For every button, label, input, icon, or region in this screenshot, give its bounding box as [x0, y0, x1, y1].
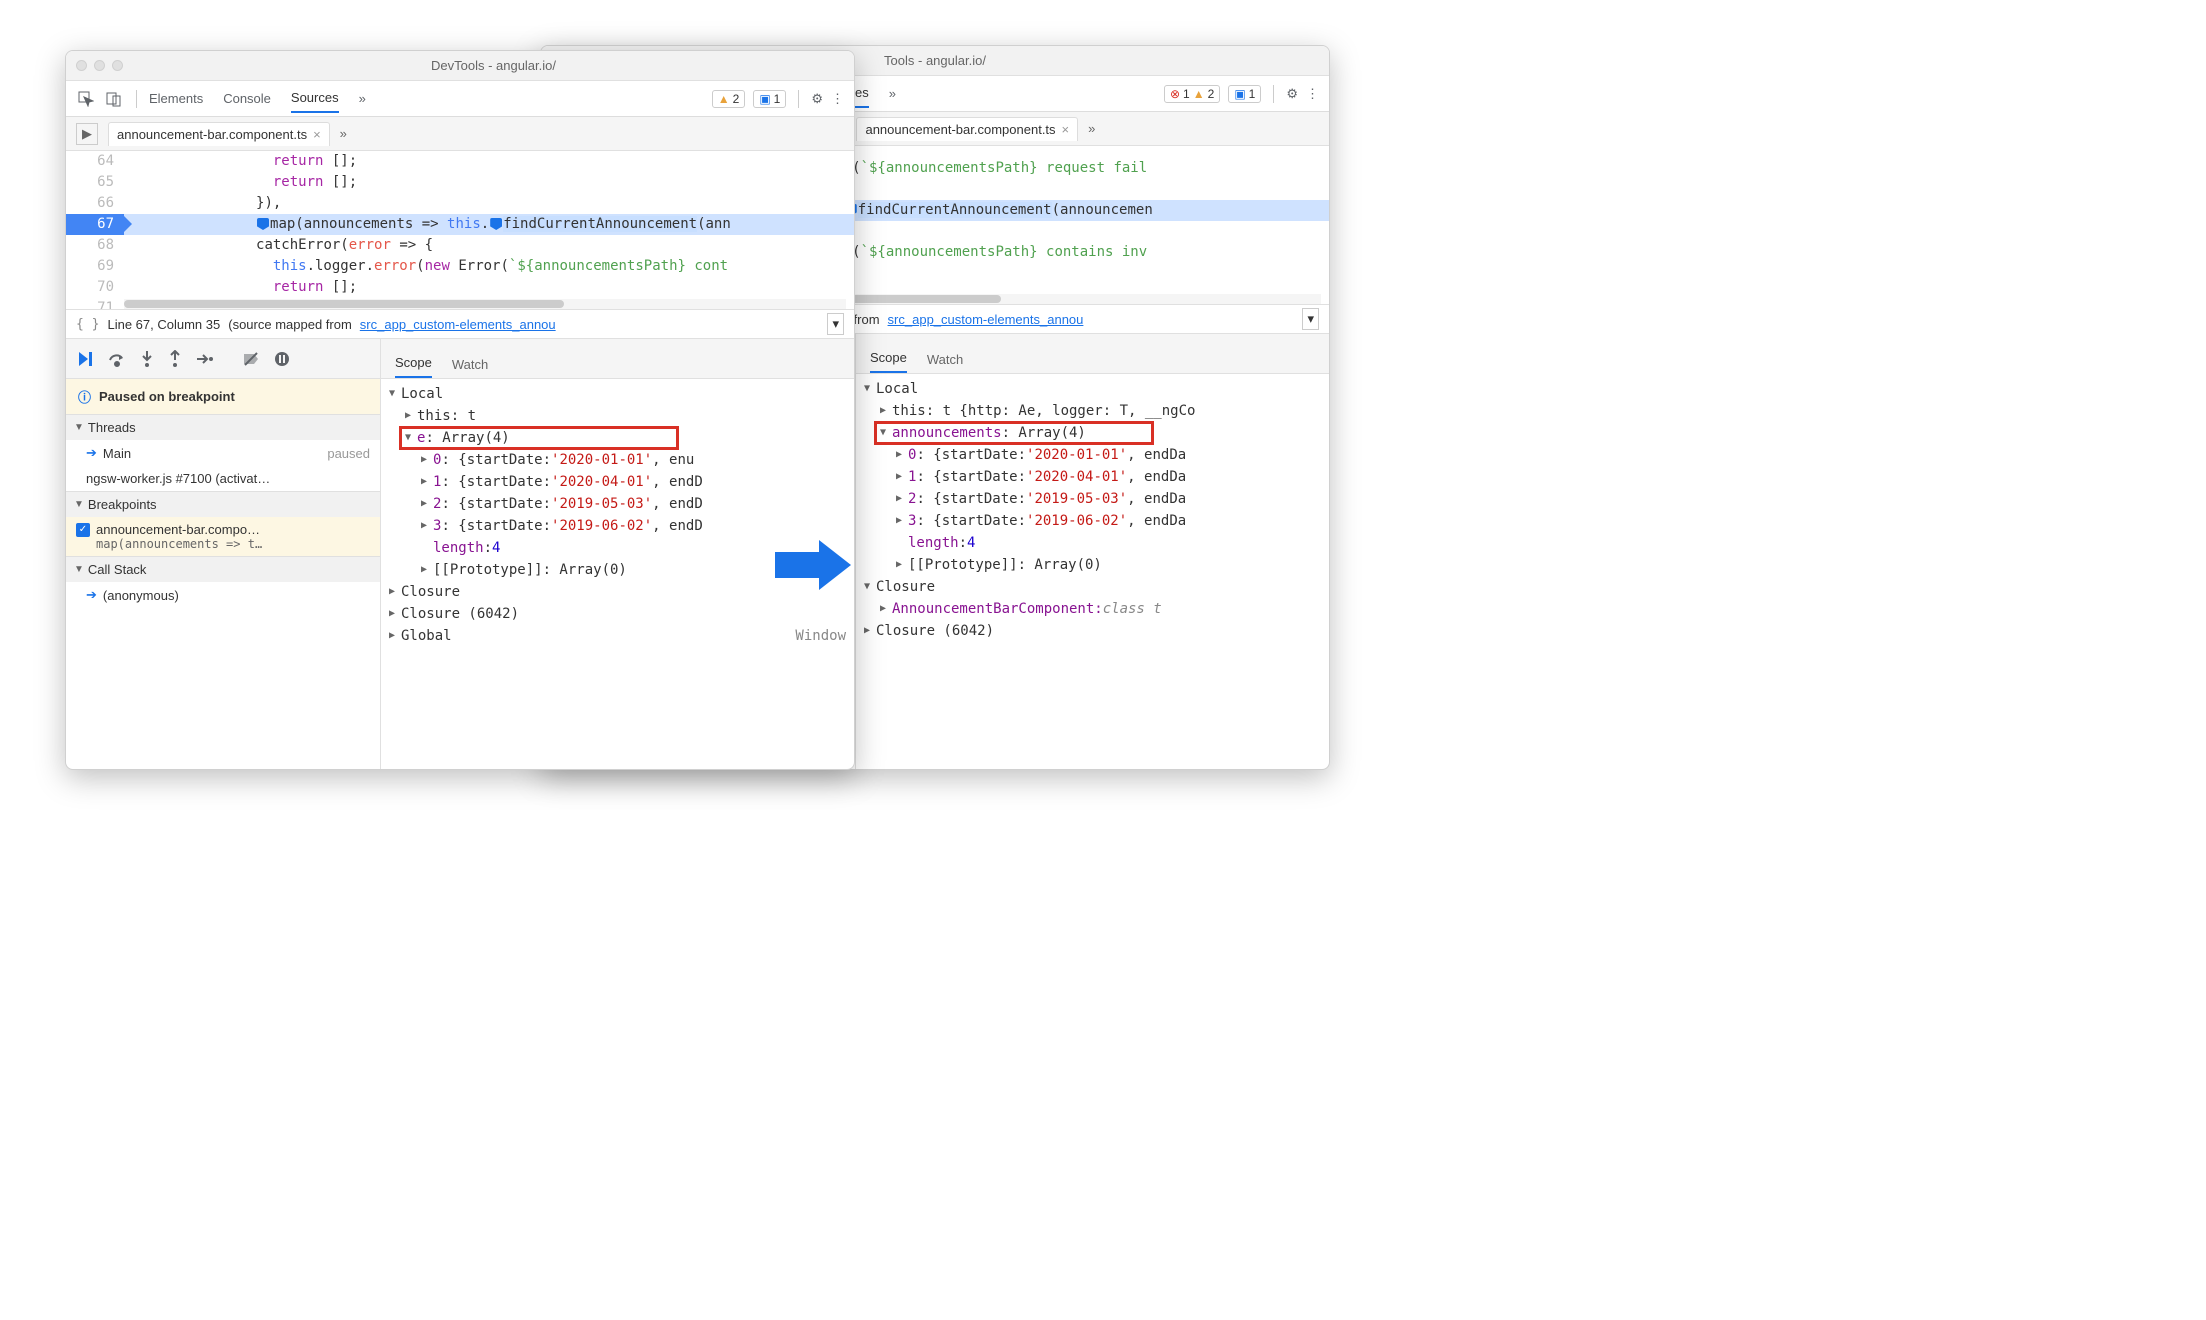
window-title: DevTools - angular.io/	[143, 58, 844, 73]
dropdown-icon[interactable]: ▾	[1302, 308, 1319, 330]
source-map-link[interactable]: src_app_custom-elements_annou	[888, 312, 1084, 327]
threads-section[interactable]: ▼Threads	[66, 414, 380, 440]
checkbox-icon[interactable]: ✓	[76, 523, 90, 537]
step-out-icon[interactable]	[168, 350, 182, 368]
resume-icon[interactable]	[76, 350, 94, 368]
kebab-icon[interactable]: ⋮	[831, 91, 844, 107]
messages-badge[interactable]: ▣1	[753, 90, 786, 108]
device-icon[interactable]	[104, 89, 124, 109]
scope-array-item[interactable]: ▶1: {startDate: '2020-04-01', endD	[389, 471, 846, 493]
tab-watch[interactable]: Watch	[452, 351, 488, 378]
step-into-icon[interactable]	[140, 350, 154, 368]
scope-array-item[interactable]: ▶2: {startDate: '2019-05-03', endD	[389, 493, 846, 515]
scope-array-item[interactable]: ▶3: {startDate: '2019-06-02', endDa	[864, 510, 1321, 532]
traffic-lights[interactable]	[76, 60, 123, 71]
close-icon[interactable]: ×	[1062, 122, 1070, 137]
titlebar: DevTools - angular.io/	[66, 51, 854, 81]
callstack-frame[interactable]: ➔(anonymous)	[66, 582, 380, 608]
file-tab-announcement[interactable]: announcement-bar.component.ts×	[108, 122, 330, 146]
navigator-icon[interactable]: ▶	[76, 123, 98, 145]
warnings-badge[interactable]: ▲2	[712, 90, 746, 108]
paused-banner: ⓘ Paused on breakpoint	[66, 379, 380, 414]
close-icon[interactable]: ×	[313, 127, 321, 142]
step-over-icon[interactable]	[108, 350, 126, 368]
breakpoints-section[interactable]: ▼Breakpoints	[66, 491, 380, 517]
tab-watch[interactable]: Watch	[927, 346, 963, 373]
horizontal-scrollbar[interactable]	[124, 299, 846, 309]
tab-scope[interactable]: Scope	[395, 349, 432, 378]
tab-scope[interactable]: Scope	[870, 344, 907, 373]
debug-controls	[66, 339, 380, 379]
source-map-link[interactable]: src_app_custom-elements_annou	[360, 317, 556, 332]
debug-sidebar: ⓘ Paused on breakpoint ▼Threads ➔Mainpau…	[66, 339, 381, 769]
tabs-overflow[interactable]: »	[1088, 121, 1095, 136]
scope-array-item[interactable]: ▶2: {startDate: '2019-05-03', endDa	[864, 488, 1321, 510]
variable-announcements[interactable]: announcements	[892, 422, 1002, 444]
thread-main[interactable]: ➔Mainpaused	[66, 440, 380, 466]
scope-array-item[interactable]: ▶1: {startDate: '2020-04-01', endDa	[864, 466, 1321, 488]
scope-panel-tabs: Scope Watch	[856, 334, 1329, 374]
pause-exceptions-icon[interactable]	[274, 351, 290, 367]
scope-array-item[interactable]: ▶3: {startDate: '2019-06-02', endD	[389, 515, 846, 537]
pretty-print-icon[interactable]: { }	[76, 317, 99, 332]
tabs-overflow[interactable]: »	[340, 126, 347, 141]
thread-worker[interactable]: ngsw-worker.js #7100 (activat…	[66, 466, 380, 491]
tab-elements[interactable]: Elements	[149, 85, 203, 112]
file-tab-announcement[interactable]: announcement-bar.component.ts×	[856, 117, 1078, 141]
devtools-window-left: DevTools - angular.io/ Elements Console …	[65, 50, 855, 770]
breakpoint-item[interactable]: ✓announcement-bar.compo… map(announcemen…	[66, 517, 380, 556]
status-bar: { } Line 67, Column 35 (source mapped fr…	[66, 309, 854, 339]
errors-badge[interactable]: ⊗1 ▲2	[1164, 85, 1220, 103]
deactivate-breakpoints-icon[interactable]	[242, 350, 260, 368]
variable-e[interactable]: e	[417, 427, 425, 449]
scope-array-item[interactable]: ▶0: {startDate: '2020-01-01', endDa	[864, 444, 1321, 466]
gear-icon[interactable]: ⚙	[811, 91, 823, 107]
main-toolbar: Elements Console Sources » ▲2 ▣1 ⚙ ⋮	[66, 81, 854, 117]
gear-icon[interactable]: ⚙	[1286, 86, 1298, 102]
code-editor[interactable]: 64 return [];65 return [];66 }),67 map(a…	[66, 151, 854, 309]
callstack-section[interactable]: ▼Call Stack	[66, 556, 380, 582]
messages-badge[interactable]: ▣1	[1228, 85, 1261, 103]
scope-panel-tabs: Scope Watch	[381, 339, 854, 379]
scope-tree[interactable]: ▼Local ▶this: t {http: Ae, logger: T, __…	[856, 374, 1329, 769]
inspect-icon[interactable]	[76, 89, 96, 109]
tab-sources[interactable]: Sources	[291, 84, 339, 113]
dropdown-icon[interactable]: ▾	[827, 313, 844, 335]
scope-array-item[interactable]: ▶0: {startDate: '2020-01-01', enu	[389, 449, 846, 471]
tabs-overflow[interactable]: »	[359, 85, 366, 112]
tab-console[interactable]: Console	[223, 85, 271, 112]
tabs-overflow[interactable]: »	[889, 80, 896, 107]
arrow-annotation	[775, 540, 855, 590]
kebab-icon[interactable]: ⋮	[1306, 86, 1319, 102]
step-icon[interactable]	[196, 352, 214, 366]
info-icon: ⓘ	[78, 387, 91, 406]
file-tabs: ▶ announcement-bar.component.ts× »	[66, 117, 854, 151]
